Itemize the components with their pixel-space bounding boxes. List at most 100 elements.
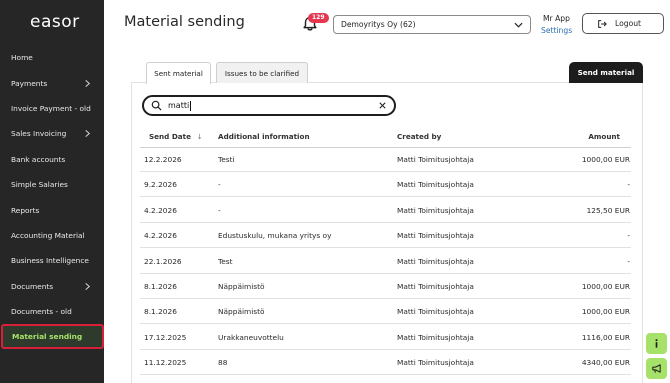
table-row[interactable]: 8.1.2026 Näppäimistö Matti Toimitusjohtaja… bbox=[140, 274, 631, 299]
sidebar-item-invoice-payment-old[interactable]: Invoice Payment - old bbox=[0, 96, 104, 121]
close-icon[interactable] bbox=[378, 101, 387, 110]
cell-additional-information: - bbox=[218, 180, 221, 190]
cell-amount: - bbox=[627, 180, 630, 190]
column-header-amount[interactable]: Amount bbox=[588, 132, 620, 141]
cell-amount: - bbox=[627, 256, 630, 266]
sidebar: easor Home Payments Invoice Payment - old S… bbox=[0, 0, 104, 383]
chevron-right-icon bbox=[85, 79, 91, 88]
sidebar-item-home[interactable]: Home bbox=[0, 45, 104, 70]
table-row[interactable]: 12.2.2026 Testi Matti Toimitusjohtaja 1000,… bbox=[140, 147, 631, 172]
cell-send-date: 4.2.2026 bbox=[144, 231, 177, 241]
chevron-right-icon bbox=[85, 129, 91, 138]
table-row[interactable]: 4.2.2026 - Matti Toimitusjohtaja 125,50 EUR bbox=[140, 198, 631, 223]
cell-amount: 1000,00 EUR bbox=[581, 282, 630, 291]
table-row[interactable]: 22.1.2026 Test Matti Toimitusjohtaja - bbox=[140, 249, 631, 274]
megaphone-icon bbox=[652, 364, 661, 373]
cell-additional-information: Urakkaneuvottelu bbox=[218, 332, 284, 342]
sidebar-item-material-sending[interactable]: Material sending bbox=[1, 324, 104, 349]
sidebar-item-label: Payments bbox=[11, 79, 48, 88]
company-select-value: Demoyritys Oy (62) bbox=[341, 20, 416, 29]
info-icon bbox=[655, 339, 658, 348]
cell-amount: 1116,00 EUR bbox=[581, 332, 630, 342]
text-cursor bbox=[190, 100, 192, 111]
user-name: Mr App bbox=[543, 14, 570, 23]
cell-additional-information: 88 bbox=[218, 358, 228, 368]
sidebar-item-label: Business Intelligence bbox=[11, 256, 89, 265]
sidebar-item-payments[interactable]: Payments bbox=[0, 71, 104, 96]
sidebar-item-business-intelligence[interactable]: Business Intelligence bbox=[0, 248, 104, 273]
company-select[interactable]: Demoyritys Oy (62) bbox=[333, 15, 531, 34]
sidebar-item-bank-accounts[interactable]: Bank accounts bbox=[0, 147, 104, 172]
sidebar-item-simple-salaries[interactable]: Simple Salaries bbox=[0, 172, 104, 197]
cell-send-date: 11.12.2025 bbox=[144, 358, 187, 368]
column-header-created-by[interactable]: Created by bbox=[397, 132, 441, 141]
column-header-send-date[interactable]: Send Date ↓ bbox=[149, 132, 203, 141]
sidebar-item-label: Material sending bbox=[12, 332, 83, 341]
sort-arrow-down-icon: ↓ bbox=[196, 132, 203, 141]
send-material-button[interactable]: Send material bbox=[569, 62, 643, 83]
table-row[interactable]: 11.12.2025 88 Matti Toimitusjohtaja 4340,00… bbox=[140, 350, 631, 376]
sidebar-item-reports[interactable]: Reports bbox=[0, 198, 104, 223]
notification-badge: 129 bbox=[308, 13, 329, 23]
cell-amount: 1000,00 EUR bbox=[581, 307, 630, 317]
cell-additional-information: Test bbox=[218, 256, 233, 266]
table-row[interactable]: 17.12.2025 Urakkaneuvottelu Matti Toimitus… bbox=[140, 325, 631, 350]
sidebar-item-label: Accounting Material bbox=[11, 231, 85, 240]
settings-link[interactable]: Settings bbox=[541, 26, 572, 35]
cell-send-date: 8.1.2026 bbox=[144, 307, 177, 317]
sidebar-item-label: Invoice Payment - old bbox=[11, 104, 91, 113]
cell-additional-information: Edustuskulu, mukana yritys oy bbox=[218, 231, 332, 241]
search-icon bbox=[151, 100, 162, 111]
cell-amount: 125,50 EUR bbox=[586, 205, 630, 215]
sidebar-item-label: Documents - old bbox=[11, 307, 72, 316]
cell-additional-information: - bbox=[218, 205, 221, 215]
cell-created-by: Matti Toimitusjohtaja bbox=[397, 307, 474, 317]
table-row[interactable]: 8.1.2026 Näppäimistö Matti Toimitusjohtaja… bbox=[140, 299, 631, 325]
app-logo[interactable]: easor bbox=[30, 12, 80, 32]
sidebar-item-label: Reports bbox=[11, 206, 40, 215]
sidebar-item-documents[interactable]: Documents bbox=[0, 274, 104, 299]
sidebar-item-documents-old[interactable]: Documents - old bbox=[0, 299, 104, 324]
sidebar-item-label: Sales Invoicing bbox=[11, 129, 67, 138]
tab-issues-to-be-clarified[interactable]: Issues to be clarified bbox=[216, 62, 308, 83]
sidebar-item-label: Documents bbox=[11, 282, 54, 291]
sidebar-item-label: Bank accounts bbox=[11, 155, 66, 164]
cell-send-date: 4.2.2026 bbox=[144, 205, 177, 215]
chevron-right-icon bbox=[85, 282, 91, 291]
logout-label: Logout bbox=[615, 19, 641, 28]
logout-icon bbox=[598, 19, 607, 28]
cell-created-by: Matti Toimitusjohtaja bbox=[397, 180, 474, 190]
feedback-button[interactable] bbox=[646, 358, 667, 379]
cell-amount: 1000,00 EUR bbox=[581, 155, 630, 164]
cell-send-date: 8.1.2026 bbox=[144, 282, 177, 291]
sidebar-item-sales-invoicing[interactable]: Sales Invoicing bbox=[0, 121, 104, 146]
cell-created-by: Matti Toimitusjohtaja bbox=[397, 155, 474, 164]
cell-send-date: 12.2.2026 bbox=[144, 155, 182, 164]
cell-created-by: Matti Toimitusjohtaja bbox=[397, 282, 474, 291]
search-input[interactable]: matti bbox=[142, 95, 396, 116]
table-row[interactable]: 4.2.2026 Edustuskulu, mukana yritys oy Mat… bbox=[140, 223, 631, 249]
table-row[interactable]: 9.2.2026 - Matti Toimitusjohtaja - bbox=[140, 172, 631, 198]
chevron-down-icon bbox=[514, 22, 523, 28]
cell-send-date: 22.1.2026 bbox=[144, 256, 182, 266]
cell-additional-information: Näppäimistö bbox=[218, 307, 265, 317]
tab-sent-material[interactable]: Sent material bbox=[146, 62, 211, 84]
cell-created-by: Matti Toimitusjohtaja bbox=[397, 358, 474, 368]
info-button[interactable] bbox=[646, 333, 667, 354]
cell-created-by: Matti Toimitusjohtaja bbox=[397, 205, 474, 215]
sidebar-item-label: Home bbox=[11, 53, 33, 62]
cell-send-date: 17.12.2025 bbox=[144, 332, 187, 342]
cell-additional-information: Näppäimistö bbox=[218, 282, 265, 291]
column-header-additional-information[interactable]: Additional information bbox=[218, 132, 310, 141]
logout-button[interactable]: Logout bbox=[582, 13, 664, 34]
search-input-value: matti bbox=[168, 101, 190, 110]
cell-amount: - bbox=[627, 231, 630, 241]
cell-created-by: Matti Toimitusjohtaja bbox=[397, 332, 474, 342]
cell-created-by: Matti Toimitusjohtaja bbox=[397, 231, 474, 241]
column-header-send-date-label: Send Date bbox=[149, 132, 191, 141]
cell-amount: 4340,00 EUR bbox=[581, 358, 630, 368]
cell-send-date: 9.2.2026 bbox=[144, 180, 177, 190]
sidebar-item-accounting-material[interactable]: Accounting Material bbox=[0, 223, 104, 248]
sidebar-item-label: Simple Salaries bbox=[11, 180, 68, 189]
cell-created-by: Matti Toimitusjohtaja bbox=[397, 256, 474, 266]
